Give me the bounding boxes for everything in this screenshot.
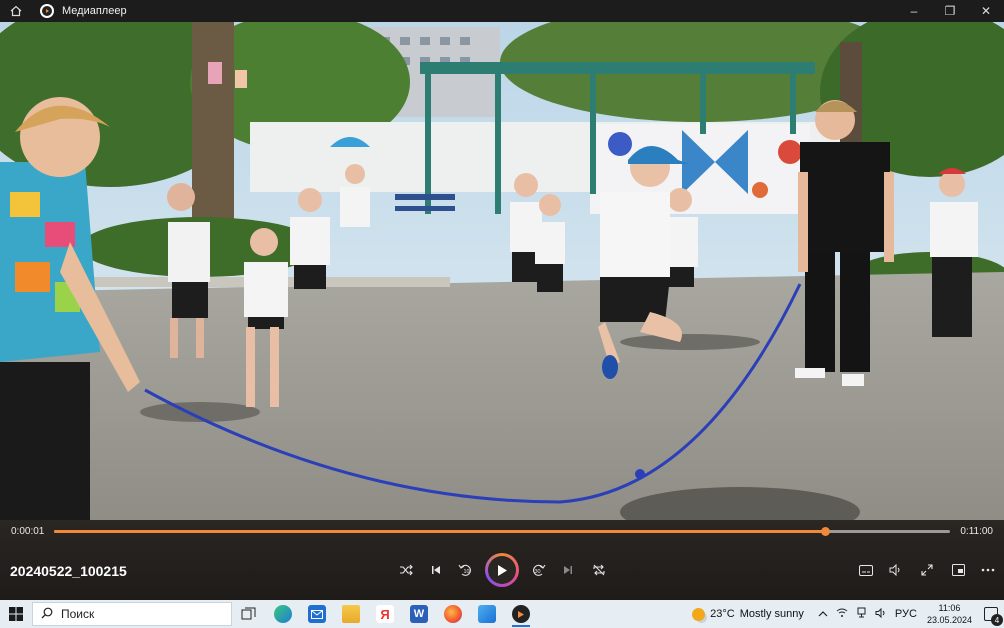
current-time: 0:00:01 [11,526,45,537]
clock-date: 23.05.2024 [926,615,972,625]
minimize-button[interactable]: – [896,0,932,22]
language-indicator[interactable]: РУС [895,608,917,620]
file-explorer-icon[interactable] [334,600,368,628]
seek-bar[interactable] [54,527,950,536]
previous-icon[interactable] [425,561,447,579]
search-icon [41,607,53,622]
seek-thumb[interactable] [820,527,830,536]
media-player-app-icon [40,4,54,18]
system-tray: 23°C Mostly sunny РУС 11:06 23.05.2024 4 [692,600,1004,628]
weather-text: Mostly sunny [739,608,804,620]
firefox-icon[interactable] [436,600,470,628]
maximize-button[interactable]: ❐ [932,0,968,22]
repeat-off-icon[interactable] [588,561,610,579]
taskbar-search[interactable]: Поиск [32,602,232,626]
chevron-up-icon[interactable] [818,608,828,620]
skip-forward-30-icon[interactable]: 30 [527,561,549,579]
fullscreen-icon[interactable] [916,561,938,579]
weather-sun-icon [692,607,706,621]
task-view-icon[interactable] [232,600,266,628]
taskbar: Поиск Я W 23°C Mostly sunny РУС 11:06 23… [0,600,1004,628]
media-player-taskbar-icon[interactable] [504,600,538,628]
word-icon[interactable]: W [402,600,436,628]
file-name: 20240522_100215 [10,563,127,579]
clock-time: 11:06 [938,603,961,613]
next-icon[interactable] [557,561,579,579]
volume-tray-icon[interactable] [875,607,887,621]
player-controls: 0:00:01 0:11:00 20240522_100215 10 30 [0,520,1004,600]
svg-text:30: 30 [535,569,541,575]
weather-temp: 23°C [710,608,735,620]
yandex-browser-icon[interactable]: Я [368,600,402,628]
play-button[interactable] [485,553,519,587]
window-title: Медиаплеер [62,5,127,17]
search-placeholder: Поиск [61,607,95,621]
mail-icon[interactable] [300,600,334,628]
seek-progress [54,530,825,533]
windows-icon [9,607,23,621]
title-bar: Медиаплеер – ❐ ✕ [0,0,1004,22]
notifications-button[interactable]: 4 [978,600,1004,628]
video-frame[interactable] [0,22,1004,520]
play-icon [488,556,516,584]
notification-count: 4 [991,614,1003,626]
close-button[interactable]: ✕ [968,0,1004,22]
weather-widget[interactable]: 23°C Mostly sunny [692,607,804,621]
photos-icon[interactable] [470,600,504,628]
notification-icon: 4 [984,607,1003,626]
more-options-icon[interactable] [977,561,999,579]
network-icon[interactable] [856,607,867,621]
start-button[interactable] [0,600,32,628]
taskbar-clock[interactable]: 11:06 23.05.2024 [927,602,972,626]
home-icon[interactable] [0,0,32,22]
shuffle-icon[interactable] [395,561,417,579]
wifi-icon[interactable] [836,608,848,621]
edge-icon[interactable] [266,600,300,628]
volume-icon[interactable] [885,561,907,579]
duration-time: 0:11:00 [960,526,993,537]
svg-text:10: 10 [464,569,470,575]
miniplayer-icon[interactable] [947,561,969,579]
skip-back-10-icon[interactable]: 10 [455,561,477,579]
subtitles-icon[interactable] [855,561,877,579]
